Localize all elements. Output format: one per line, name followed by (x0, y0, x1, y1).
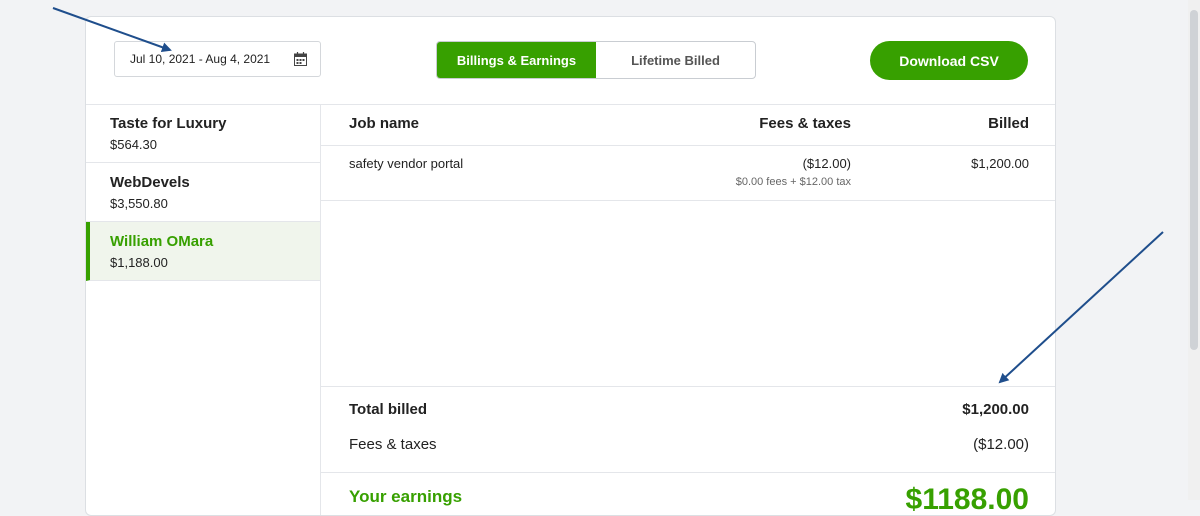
job-fees: ($12.00) (802, 156, 851, 171)
toolbar: Jul 10, 2021 - Aug 4, 2021 Billings & Ea… (86, 17, 1055, 105)
total-billed-value: $1,200.00 (962, 401, 1029, 418)
totals-section: Total billed $1,200.00 Fees & taxes ($12… (321, 386, 1055, 473)
tab-lifetime-billed[interactable]: Lifetime Billed (596, 42, 755, 78)
fees-taxes-label: Fees & taxes (349, 436, 437, 453)
client-name: William OMara (110, 233, 214, 250)
client-name: Taste for Luxury (110, 115, 227, 132)
view-toggle: Billings & Earnings Lifetime Billed (436, 41, 756, 79)
client-item-webdevels[interactable]: WebDevels $3,550.80 (86, 163, 320, 222)
date-range-picker[interactable]: Jul 10, 2021 - Aug 4, 2021 (114, 41, 321, 77)
earnings-label: Your earnings (349, 487, 463, 506)
scrollbar-thumb[interactable] (1190, 10, 1198, 350)
client-amount: $3,550.80 (110, 196, 168, 211)
header-billed: Billed (988, 115, 1029, 132)
client-list: Taste for Luxury $564.30 WebDevels $3,55… (86, 104, 321, 515)
jobs-table: Job name Fees & taxes Billed safety vend… (321, 104, 1055, 515)
table-row: safety vendor portal ($12.00) $0.00 fees… (321, 145, 1055, 201)
download-csv-button[interactable]: Download CSV (870, 41, 1028, 80)
client-item-taste-for-luxury[interactable]: Taste for Luxury $564.30 (86, 104, 320, 163)
header-fees-taxes: Fees & taxes (759, 115, 851, 132)
header-job-name: Job name (349, 115, 420, 132)
client-name: WebDevels (110, 174, 190, 191)
earnings-section: Your earnings $1188.00 (321, 472, 1055, 515)
fees-taxes-value: ($12.00) (973, 436, 1029, 453)
billing-card: Jul 10, 2021 - Aug 4, 2021 Billings & Ea… (85, 16, 1056, 516)
page-scrollbar[interactable] (1188, 0, 1200, 500)
date-range-value: Jul 10, 2021 - Aug 4, 2021 (130, 52, 271, 66)
job-billed: $1,200.00 (971, 156, 1029, 171)
job-fees-detail: $0.00 fees + $12.00 tax (735, 176, 851, 188)
total-billed-label: Total billed (349, 401, 428, 418)
client-amount: $564.30 (110, 137, 157, 152)
client-item-william-omara[interactable]: William OMara $1,188.00 (86, 222, 320, 281)
client-amount: $1,188.00 (110, 255, 168, 270)
job-name: safety vendor portal (349, 156, 464, 171)
tab-billings-earnings[interactable]: Billings & Earnings (437, 42, 596, 78)
calendar-icon (294, 52, 307, 66)
table-header: Job name Fees & taxes Billed (321, 104, 1055, 146)
